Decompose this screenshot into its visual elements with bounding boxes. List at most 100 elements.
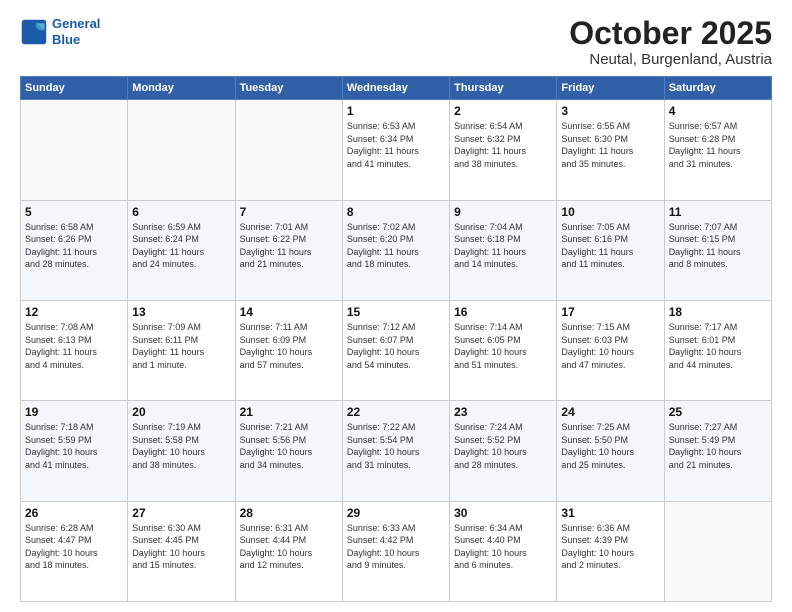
calendar-cell: 17 Sunrise: 7:15 AM Sunset: 6:03 PM Dayli… xyxy=(557,300,664,400)
day-number: 13 xyxy=(132,305,230,319)
day-number: 4 xyxy=(669,104,767,118)
day-info: Sunrise: 6:34 AM Sunset: 4:40 PM Dayligh… xyxy=(454,522,552,572)
header: General Blue October 2025 Neutal, Burgen… xyxy=(20,16,772,68)
calendar-cell: 2Sunrise: 6:54 AM Sunset: 6:32 PM Daylig… xyxy=(450,100,557,200)
day-info: Sunrise: 7:27 AM Sunset: 5:49 PM Dayligh… xyxy=(669,421,767,471)
calendar-cell xyxy=(128,100,235,200)
day-info: Sunrise: 7:08 AM Sunset: 6:13 PM Dayligh… xyxy=(25,321,123,371)
day-number: 21 xyxy=(240,405,338,419)
calendar-cell: 3 Sunrise: 6:55 AM Sunset: 6:30 PM Daylig… xyxy=(557,100,664,200)
day-info: Sunrise: 6:59 AM Sunset: 6:24 PM Dayligh… xyxy=(132,221,230,271)
month-title: October 2025 xyxy=(569,16,772,51)
logo: General Blue xyxy=(20,16,100,47)
day-number: 31 xyxy=(561,506,659,520)
calendar-cell: 1 Sunrise: 6:53 AM Sunset: 6:34 PM Daylig… xyxy=(342,100,449,200)
day-number: 28 xyxy=(240,506,338,520)
calendar-cell: 28Sunrise: 6:31 AM Sunset: 4:44 PM Dayli… xyxy=(235,501,342,601)
day-info: Sunrise: 7:09 AM Sunset: 6:11 PM Dayligh… xyxy=(132,321,230,371)
weekday-header-sunday: Sunday xyxy=(21,77,128,100)
day-number: 9 xyxy=(454,205,552,219)
calendar-cell xyxy=(21,100,128,200)
calendar-cell: 9 Sunrise: 7:04 AM Sunset: 6:18 PM Daylig… xyxy=(450,200,557,300)
day-number: 6 xyxy=(132,205,230,219)
calendar-cell: 7Sunrise: 7:01 AM Sunset: 6:22 PM Daylig… xyxy=(235,200,342,300)
calendar-cell: 18 Sunrise: 7:17 AM Sunset: 6:01 PM Dayli… xyxy=(664,300,771,400)
calendar-cell xyxy=(235,100,342,200)
day-number: 14 xyxy=(240,305,338,319)
day-number: 11 xyxy=(669,205,767,219)
calendar-cell: 23 Sunrise: 7:24 AM Sunset: 5:52 PM Dayli… xyxy=(450,401,557,501)
calendar-cell: 20Sunrise: 7:19 AM Sunset: 5:58 PM Dayli… xyxy=(128,401,235,501)
day-number: 29 xyxy=(347,506,445,520)
day-info: Sunrise: 7:21 AM Sunset: 5:56 PM Dayligh… xyxy=(240,421,338,471)
day-number: 18 xyxy=(669,305,767,319)
logo-icon xyxy=(20,18,48,46)
calendar-cell: 10Sunrise: 7:05 AM Sunset: 6:16 PM Dayli… xyxy=(557,200,664,300)
day-info: Sunrise: 7:24 AM Sunset: 5:52 PM Dayligh… xyxy=(454,421,552,471)
location-title: Neutal, Burgenland, Austria xyxy=(569,51,772,68)
calendar-cell: 4 Sunrise: 6:57 AM Sunset: 6:28 PM Daylig… xyxy=(664,100,771,200)
weekday-header-monday: Monday xyxy=(128,77,235,100)
day-number: 5 xyxy=(25,205,123,219)
day-number: 27 xyxy=(132,506,230,520)
day-number: 17 xyxy=(561,305,659,319)
week-row-5: 26Sunrise: 6:28 AM Sunset: 4:47 PM Dayli… xyxy=(21,501,772,601)
day-number: 30 xyxy=(454,506,552,520)
logo-line1: General xyxy=(52,16,100,32)
day-info: Sunrise: 7:19 AM Sunset: 5:58 PM Dayligh… xyxy=(132,421,230,471)
calendar-cell: 29 Sunrise: 6:33 AM Sunset: 4:42 PM Dayli… xyxy=(342,501,449,601)
weekday-header-friday: Friday xyxy=(557,77,664,100)
day-info: Sunrise: 7:17 AM Sunset: 6:01 PM Dayligh… xyxy=(669,321,767,371)
day-info: Sunrise: 7:01 AM Sunset: 6:22 PM Dayligh… xyxy=(240,221,338,271)
weekday-header-tuesday: Tuesday xyxy=(235,77,342,100)
week-row-4: 19Sunrise: 7:18 AM Sunset: 5:59 PM Dayli… xyxy=(21,401,772,501)
calendar-cell: 21 Sunrise: 7:21 AM Sunset: 5:56 PM Dayli… xyxy=(235,401,342,501)
day-number: 8 xyxy=(347,205,445,219)
calendar-cell: 8Sunrise: 7:02 AM Sunset: 6:20 PM Daylig… xyxy=(342,200,449,300)
day-info: Sunrise: 6:58 AM Sunset: 6:26 PM Dayligh… xyxy=(25,221,123,271)
day-number: 10 xyxy=(561,205,659,219)
calendar-cell: 11 Sunrise: 7:07 AM Sunset: 6:15 PM Dayli… xyxy=(664,200,771,300)
day-number: 19 xyxy=(25,405,123,419)
calendar-cell: 13 Sunrise: 7:09 AM Sunset: 6:11 PM Dayli… xyxy=(128,300,235,400)
day-number: 16 xyxy=(454,305,552,319)
week-row-3: 12 Sunrise: 7:08 AM Sunset: 6:13 PM Dayli… xyxy=(21,300,772,400)
day-number: 1 xyxy=(347,104,445,118)
logo-line2: Blue xyxy=(52,32,100,48)
day-info: Sunrise: 7:15 AM Sunset: 6:03 PM Dayligh… xyxy=(561,321,659,371)
day-info: Sunrise: 6:36 AM Sunset: 4:39 PM Dayligh… xyxy=(561,522,659,572)
day-number: 26 xyxy=(25,506,123,520)
calendar: SundayMondayTuesdayWednesdayThursdayFrid… xyxy=(20,76,772,602)
day-info: Sunrise: 6:53 AM Sunset: 6:34 PM Dayligh… xyxy=(347,120,445,170)
week-row-1: 1 Sunrise: 6:53 AM Sunset: 6:34 PM Daylig… xyxy=(21,100,772,200)
week-row-2: 5 Sunrise: 6:58 AM Sunset: 6:26 PM Daylig… xyxy=(21,200,772,300)
calendar-cell: 30 Sunrise: 6:34 AM Sunset: 4:40 PM Dayli… xyxy=(450,501,557,601)
day-number: 25 xyxy=(669,405,767,419)
day-number: 22 xyxy=(347,405,445,419)
day-info: Sunrise: 6:57 AM Sunset: 6:28 PM Dayligh… xyxy=(669,120,767,170)
calendar-cell: 25 Sunrise: 7:27 AM Sunset: 5:49 PM Dayli… xyxy=(664,401,771,501)
day-info: Sunrise: 7:11 AM Sunset: 6:09 PM Dayligh… xyxy=(240,321,338,371)
weekday-header-wednesday: Wednesday xyxy=(342,77,449,100)
day-number: 23 xyxy=(454,405,552,419)
title-block: October 2025 Neutal, Burgenland, Austria xyxy=(569,16,772,68)
day-info: Sunrise: 6:55 AM Sunset: 6:30 PM Dayligh… xyxy=(561,120,659,170)
weekday-header-row: SundayMondayTuesdayWednesdayThursdayFrid… xyxy=(21,77,772,100)
calendar-cell xyxy=(664,501,771,601)
calendar-cell: 15Sunrise: 7:12 AM Sunset: 6:07 PM Dayli… xyxy=(342,300,449,400)
day-info: Sunrise: 7:07 AM Sunset: 6:15 PM Dayligh… xyxy=(669,221,767,271)
calendar-cell: 27Sunrise: 6:30 AM Sunset: 4:45 PM Dayli… xyxy=(128,501,235,601)
calendar-cell: 5 Sunrise: 6:58 AM Sunset: 6:26 PM Daylig… xyxy=(21,200,128,300)
calendar-cell: 12 Sunrise: 7:08 AM Sunset: 6:13 PM Dayli… xyxy=(21,300,128,400)
calendar-cell: 16Sunrise: 7:14 AM Sunset: 6:05 PM Dayli… xyxy=(450,300,557,400)
day-number: 3 xyxy=(561,104,659,118)
weekday-header-thursday: Thursday xyxy=(450,77,557,100)
day-info: Sunrise: 6:33 AM Sunset: 4:42 PM Dayligh… xyxy=(347,522,445,572)
page: General Blue October 2025 Neutal, Burgen… xyxy=(0,0,792,612)
calendar-cell: 26Sunrise: 6:28 AM Sunset: 4:47 PM Dayli… xyxy=(21,501,128,601)
calendar-cell: 22Sunrise: 7:22 AM Sunset: 5:54 PM Dayli… xyxy=(342,401,449,501)
day-number: 2 xyxy=(454,104,552,118)
day-number: 12 xyxy=(25,305,123,319)
day-info: Sunrise: 7:04 AM Sunset: 6:18 PM Dayligh… xyxy=(454,221,552,271)
calendar-cell: 19Sunrise: 7:18 AM Sunset: 5:59 PM Dayli… xyxy=(21,401,128,501)
